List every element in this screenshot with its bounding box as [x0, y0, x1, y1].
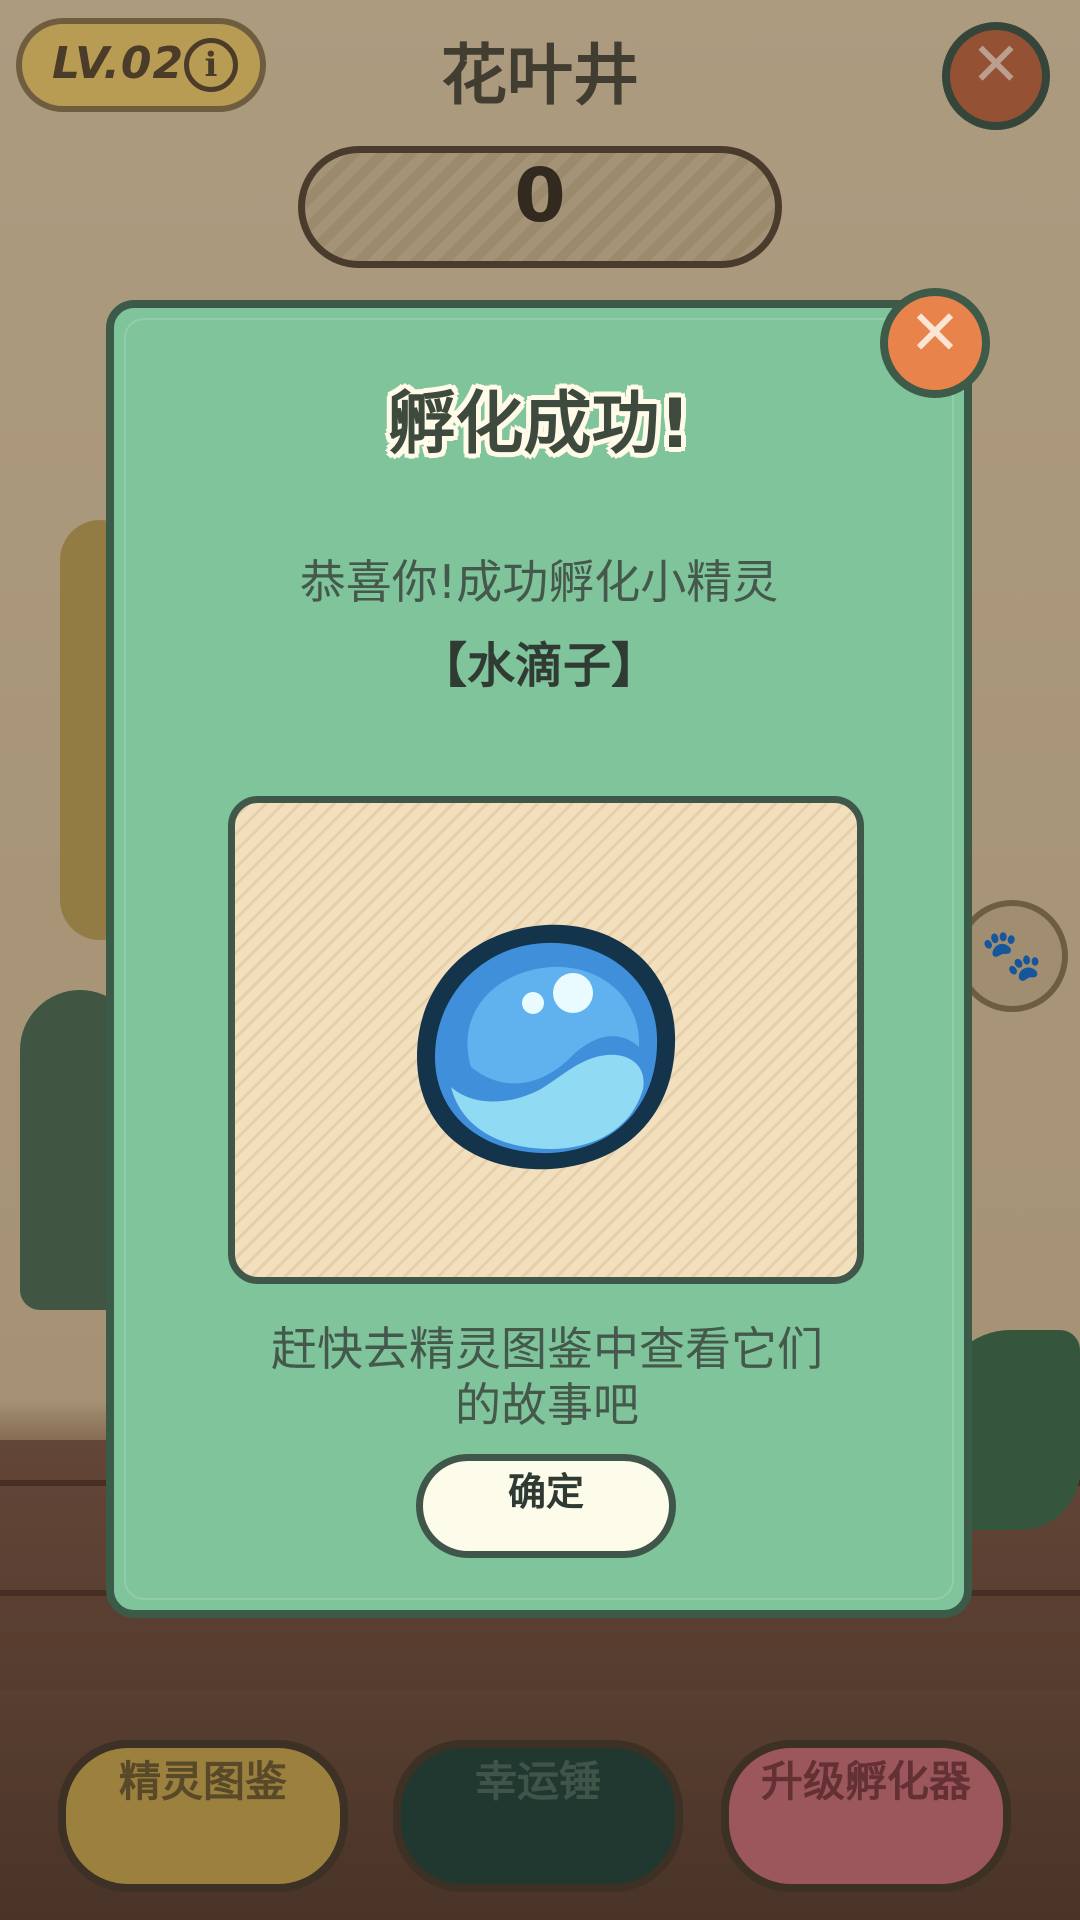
dialog-title: 孵化成功!	[387, 385, 691, 464]
hint-text-line1: 赶快去精灵图鉴中查看它们	[271, 1322, 823, 1376]
water-drop-sprite	[417, 924, 676, 1170]
hatch-success-dialog: 孵化成功! 恭喜你!成功孵化小精灵 【水滴子】 赶快去精灵图鉴中查看它们 的故事…	[106, 300, 972, 1618]
close-icon: ✕	[909, 296, 961, 369]
creature-name: 【水滴子】	[418, 638, 659, 694]
confirm-button[interactable]: 确定	[416, 1454, 676, 1558]
creature-showcase	[228, 796, 864, 1284]
success-message: 恭喜你!成功孵化小精灵	[299, 555, 779, 609]
hint-text-line2: 的故事吧	[455, 1378, 639, 1432]
dialog-close-button[interactable]: ✕	[880, 288, 990, 398]
